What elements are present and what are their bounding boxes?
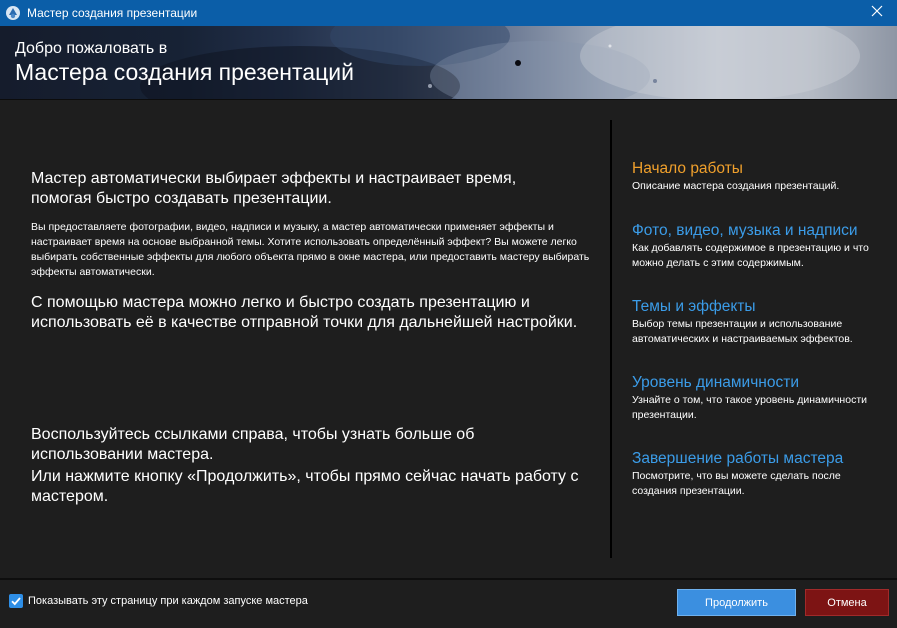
nav-description: Описание мастера создания презентаций. — [632, 180, 840, 192]
footer-divider — [0, 578, 897, 580]
intro-lead-text: Мастер автоматически выбирает эффекты и … — [31, 170, 517, 207]
nav-title[interactable]: Завершение работы мастера — [632, 449, 882, 468]
show-on-startup-label[interactable]: Показывать эту страницу при каждом запус… — [28, 595, 308, 607]
nav-item-media[interactable]: Фото, видео, музыка и надписи Как добавл… — [632, 221, 882, 271]
close-icon — [871, 4, 883, 22]
nav-title[interactable]: Фото, видео, музыка и надписи — [632, 221, 882, 240]
title-bar: Мастер создания презентации — [0, 0, 897, 26]
nav-title[interactable]: Темы и эффекты — [632, 297, 882, 316]
nav-description: Выбор темы презентации и использование а… — [632, 318, 853, 345]
nav-description: Как добавлять содержимое в презентацию и… — [632, 242, 869, 269]
nav-item-themes[interactable]: Темы и эффекты Выбор темы презентации и … — [632, 297, 882, 347]
intro-detail-text: Вы предоставляете фотографии, видео, над… — [31, 221, 590, 278]
wizard-window: Мастер создания презентации Добро пожало… — [0, 0, 897, 628]
window-title: Мастер создания презентации — [27, 6, 198, 20]
vertical-divider — [610, 120, 612, 558]
banner-subtitle: Добро пожаловать в — [15, 40, 168, 57]
header-banner: Добро пожаловать в Мастера создания през… — [0, 26, 897, 99]
summary-text: С помощью мастера можно легко и быстро с… — [31, 294, 578, 331]
nav-item-finish[interactable]: Завершение работы мастера Посмотрите, чт… — [632, 449, 882, 499]
checkmark-icon — [11, 597, 21, 606]
app-icon — [5, 5, 21, 21]
nav-title[interactable]: Уровень динамичности — [632, 373, 882, 392]
nav-item-getting-started[interactable]: Начало работы Описание мастера создания … — [632, 159, 882, 194]
banner-divider — [0, 99, 897, 100]
hint-continue-text: Или нажмите кнопку «Продолжить», чтобы п… — [31, 468, 579, 505]
nav-description: Узнайте о том, что такое уровень динамич… — [632, 394, 867, 421]
close-button[interactable] — [857, 0, 897, 26]
nav-description: Посмотрите, что вы можете сделать после … — [632, 470, 841, 497]
cancel-button[interactable]: Отмена — [805, 589, 889, 616]
continue-button[interactable]: Продолжить — [677, 589, 796, 616]
hint-links-text: Воспользуйтесь ссылками справа, чтобы уз… — [31, 426, 475, 463]
banner-title: Мастера создания презентаций — [15, 59, 354, 85]
nav-item-pacing[interactable]: Уровень динамичности Узнайте о том, что … — [632, 373, 882, 423]
nav-title[interactable]: Начало работы — [632, 159, 882, 178]
show-on-startup-checkbox[interactable] — [9, 594, 23, 608]
